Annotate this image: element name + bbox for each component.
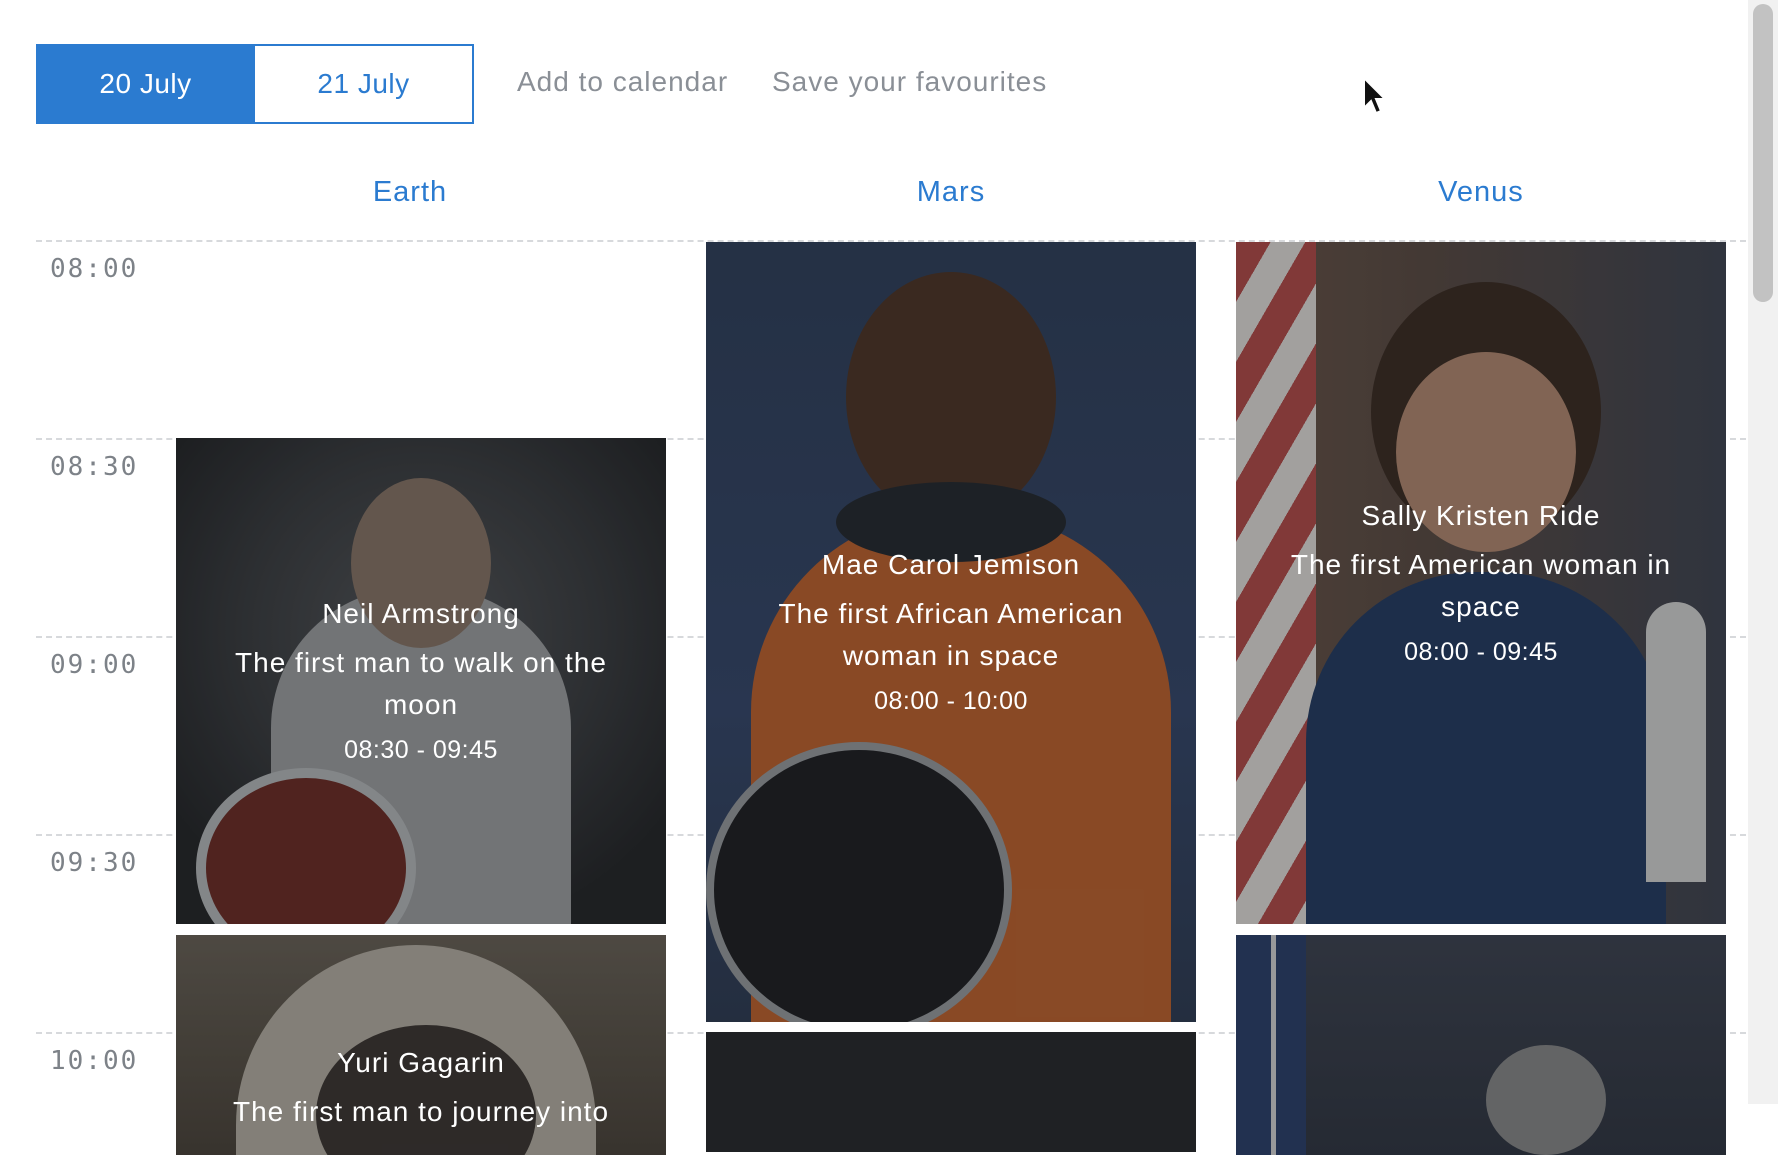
time-label: 09:00	[50, 650, 139, 680]
session-description: The first American woman in space	[1290, 548, 1672, 622]
session-time: 08:00 - 09:45	[1404, 637, 1558, 666]
column-header-mars: Mars	[916, 176, 986, 208]
session-card-mae-carol-jemison[interactable]: Mae Carol Jemison The first African Amer…	[706, 242, 1196, 1022]
session-description: The first African American woman in spac…	[778, 597, 1124, 671]
session-card-sally-kristen-ride[interactable]: Sally Kristen Ride The first American wo…	[1236, 242, 1726, 924]
date-tab-20-july[interactable]: 20 July	[36, 44, 255, 124]
session-speaker: Neil Armstrong	[322, 597, 520, 629]
session-content: Sally Kristen Ride The first American wo…	[1236, 500, 1726, 667]
session-content: Neil Armstrong The first man to walk on …	[176, 598, 666, 765]
session-card-neil-armstrong[interactable]: Neil Armstrong The first man to walk on …	[176, 438, 666, 924]
session-description: The first man to journey into	[232, 1096, 610, 1127]
astronaut-photo	[706, 1032, 1196, 1152]
session-time: 08:30 - 09:45	[344, 735, 498, 764]
time-label: 10:00	[50, 1046, 139, 1076]
session-speaker: Mae Carol Jemison	[821, 548, 1081, 580]
mouse-pointer-icon	[1363, 76, 1388, 115]
schedule-app: 20 July 21 July Add to calendar Save you…	[0, 0, 1748, 1155]
session-card-yuri-gagarin[interactable]: Yuri Gagarin The first man to journey in…	[176, 935, 666, 1155]
date-tab-21-july[interactable]: 21 July	[255, 44, 474, 124]
session-description: The first man to walk on the moon	[235, 646, 607, 720]
save-favourites-link[interactable]: Save your favourites	[772, 66, 1047, 98]
session-speaker: Yuri Gagarin	[337, 1047, 505, 1078]
scrollbar-thumb[interactable]	[1753, 4, 1773, 302]
column-header-venus: Venus	[1438, 176, 1524, 208]
card-overlay	[1236, 935, 1726, 1155]
column-header-earth: Earth	[372, 176, 448, 208]
session-content: Yuri Gagarin The first man to journey in…	[193, 935, 649, 1133]
date-tabs: 20 July 21 July	[36, 44, 474, 124]
session-speaker: Sally Kristen Ride	[1361, 499, 1601, 531]
session-time: 08:00 - 10:00	[874, 686, 1028, 715]
add-to-calendar-link[interactable]: Add to calendar	[517, 66, 728, 98]
session-card[interactable]	[1236, 935, 1726, 1155]
time-label: 09:30	[50, 848, 139, 878]
time-label: 08:30	[50, 452, 139, 482]
session-card[interactable]	[706, 1032, 1196, 1152]
time-label: 08:00	[50, 254, 139, 284]
session-content: Mae Carol Jemison The first African Amer…	[706, 549, 1196, 716]
